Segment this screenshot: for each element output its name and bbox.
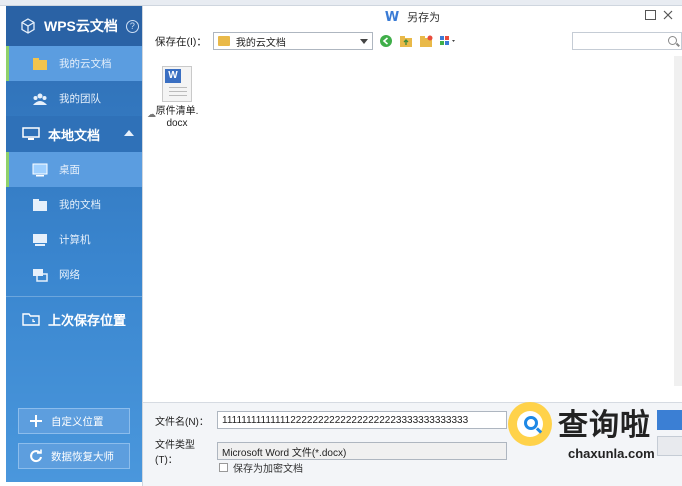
chevron-down-icon [359, 39, 368, 44]
sidebar-item-desktop[interactable]: 桌面 [6, 152, 142, 187]
file-item[interactable]: W ☁ 原件清单. docx [147, 66, 205, 130]
magnifier-logo-icon [508, 402, 552, 446]
sidebar-item-my-cloud-docs[interactable]: 我的云文档 [6, 46, 142, 81]
sidebar-item-my-team[interactable]: 我的团队 [6, 81, 142, 116]
folder-history-icon [22, 312, 40, 326]
watermark-logo: 查询啦 chaxunla.com [508, 400, 682, 472]
data-recovery-button[interactable]: 数据恢复大师 [18, 443, 130, 469]
filename-input[interactable]: 1111111111111122222222222222222223333333… [217, 411, 507, 429]
collapse-arrow-icon[interactable] [124, 130, 134, 136]
section-label: 上次保存位置 [48, 312, 127, 328]
encrypt-checkbox[interactable]: 保存为加密文档 [219, 460, 303, 475]
filetype-label: 文件类型(T)： [155, 440, 195, 466]
sidebar-item-label: 我的文档 [59, 199, 101, 211]
wps-writer-icon: W [384, 9, 400, 25]
up-folder-icon[interactable] [399, 34, 413, 48]
filename-row: 文件名(N)： 11111111111111222222222222222222… [155, 411, 507, 429]
cloud-icon: ☁ [147, 109, 156, 119]
filetype-select[interactable]: Microsoft Word 文件(*.docx) [217, 442, 507, 460]
sidebar-item-label: 网络 [59, 269, 80, 281]
sidebar-header: WPS云文档 ? [6, 6, 142, 46]
local-docs-section[interactable]: 本地文档 [6, 116, 142, 152]
sidebar-item-label: 我的云文档 [59, 58, 112, 70]
recovery-icon [29, 449, 43, 463]
sidebar-item-computer[interactable]: 计算机 [6, 222, 142, 257]
network-icon [32, 268, 48, 282]
team-icon [32, 92, 48, 106]
checkbox-box[interactable] [219, 463, 228, 472]
dialog-title: 另存为 [407, 12, 441, 24]
cube-icon [20, 18, 36, 34]
watermark-en: chaxunla.com [568, 446, 655, 461]
file-list-area[interactable]: W ☁ 原件清单. docx [143, 56, 682, 386]
save-in-label: 保存在(I)： [155, 35, 207, 48]
plus-icon [29, 414, 43, 428]
last-save-location[interactable]: 上次保存位置 [6, 301, 142, 337]
sidebar-item-my-documents[interactable]: 我的文档 [6, 187, 142, 222]
divider [6, 296, 142, 297]
desktop-icon [32, 163, 48, 177]
sidebar-item-network[interactable]: 网络 [6, 257, 142, 292]
section-label: 本地文档 [48, 127, 101, 143]
word-document-icon: W [162, 66, 192, 102]
file-name: ☁ 原件清单. docx [147, 106, 199, 129]
folder-icon [217, 36, 230, 46]
documents-folder-icon [32, 198, 48, 212]
cloud-folder-icon [32, 57, 48, 71]
sidebar-item-label: 桌面 [59, 164, 80, 176]
custom-location-button[interactable]: 自定义位置 [18, 408, 130, 434]
sidebar-item-label: 我的团队 [59, 93, 101, 105]
save-in-dropdown[interactable]: 我的云文档 [212, 32, 373, 50]
search-input[interactable] [572, 32, 682, 50]
dialog-titlebar: W 另存为 [143, 6, 682, 28]
vertical-scrollbar[interactable] [674, 56, 682, 386]
back-icon[interactable] [379, 34, 393, 48]
maximize-icon[interactable] [644, 10, 656, 22]
encrypt-label: 保存为加密文档 [233, 464, 303, 475]
close-icon[interactable] [662, 10, 674, 22]
monitor-icon [22, 127, 40, 141]
search-icon[interactable] [668, 36, 677, 45]
watermark-cn: 查询啦 [558, 408, 651, 443]
computer-icon [32, 233, 48, 247]
sidebar-item-label: 计算机 [59, 234, 91, 246]
filename-label: 文件名(N)： [155, 416, 209, 428]
new-folder-icon[interactable] [419, 34, 433, 48]
location-toolbar: 保存在(I)： 我的云文档 [143, 28, 682, 54]
sidebar: WPS云文档 ? 我的云文档 我的团队 本地文档 桌面 我的文档 计算机 网络 … [6, 6, 142, 482]
help-icon[interactable]: ? [125, 19, 139, 33]
sidebar-title: WPS云文档 [44, 18, 118, 34]
filetype-row: 文件类型(T)： Microsoft Word 文件(*.docx) [155, 436, 507, 466]
view-menu-icon[interactable] [439, 34, 459, 48]
